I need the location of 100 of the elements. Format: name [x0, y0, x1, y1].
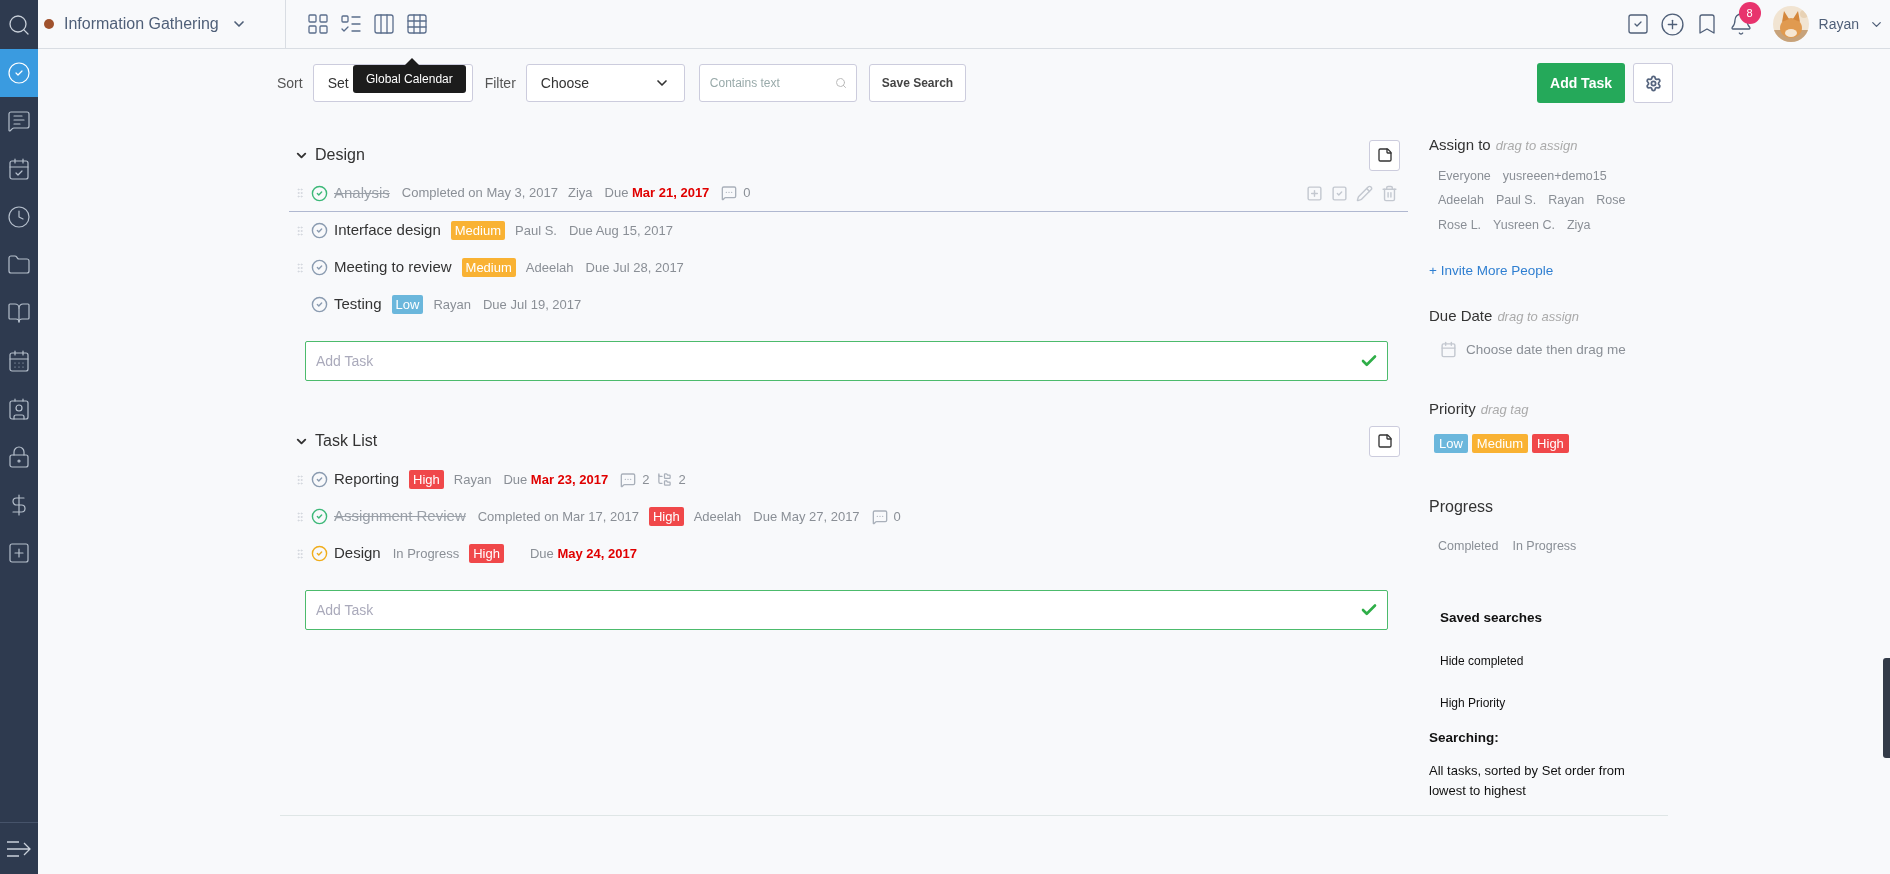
- check-circle-icon[interactable]: [311, 508, 328, 525]
- drag-handle-icon[interactable]: [294, 224, 306, 237]
- project-selector[interactable]: Information Gathering: [38, 0, 286, 48]
- check-circle-icon[interactable]: [311, 471, 328, 488]
- assignee-chip[interactable]: Paul S.: [1495, 191, 1537, 210]
- lock-icon: [7, 445, 31, 469]
- search-field[interactable]: Contains text: [698, 64, 857, 102]
- settings-button[interactable]: [1633, 63, 1673, 103]
- task-name[interactable]: Design: [334, 542, 381, 565]
- drag-handle-icon[interactable]: [294, 547, 306, 560]
- progress-chip[interactable]: In Progress: [1512, 537, 1577, 556]
- section-title: Task List: [315, 431, 378, 451]
- add-task-field[interactable]: Add Task: [305, 341, 1388, 381]
- assignee-chip[interactable]: Rose L.: [1438, 216, 1482, 235]
- add-task-field[interactable]: Add Task: [305, 590, 1388, 630]
- subtask-icon[interactable]: [657, 472, 673, 487]
- task-assignee: Adeelah: [693, 507, 742, 526]
- panel-heading: Progress: [1429, 497, 1495, 518]
- search-icon[interactable]: [7, 12, 31, 37]
- task-assignee: Rayan: [433, 295, 471, 314]
- assignee-chip[interactable]: yusreeen+demo15: [1502, 166, 1607, 186]
- task-due-date: Due Mar 23, 2017: [503, 470, 609, 489]
- task-name[interactable]: Reporting: [334, 468, 400, 491]
- priority-tag[interactable]: Low: [1434, 434, 1468, 454]
- task-status: In Progress: [392, 544, 460, 563]
- searching-heading: Searching:: [1429, 729, 1500, 748]
- saved-search-link[interactable]: High Priority: [1429, 694, 1679, 713]
- priority-tag: Medium: [461, 258, 516, 277]
- user-name[interactable]: Rayan: [1818, 13, 1859, 35]
- notes-button[interactable]: [1369, 425, 1400, 457]
- invite-link[interactable]: + Invite More People: [1429, 260, 1679, 281]
- priority-tag: High: [409, 470, 444, 489]
- check-circle-icon[interactable]: [311, 545, 328, 562]
- drag-handle-icon[interactable]: [294, 473, 306, 486]
- assignee-chip[interactable]: Adeelah: [1438, 191, 1484, 210]
- calendar-view-icon[interactable]: [404, 12, 429, 36]
- add-circle-icon[interactable]: [1659, 11, 1685, 37]
- assignee-chip[interactable]: Ziya: [1566, 216, 1591, 235]
- assignee-chip[interactable]: Rose: [1596, 191, 1626, 210]
- task-name[interactable]: Interface design: [334, 219, 441, 242]
- saved-search-link[interactable]: Hide completed: [1429, 652, 1679, 671]
- calendar-icon[interactable]: [1440, 341, 1457, 359]
- add-subtask-icon[interactable]: [1306, 184, 1323, 202]
- calendar-check-icon: [7, 157, 31, 181]
- task-due-date: Due Aug 15, 2017: [568, 221, 674, 240]
- task-due-date: Due Mar 21, 2017: [604, 184, 710, 203]
- priority-tag[interactable]: High: [1532, 434, 1569, 454]
- notification-badge: 8: [1738, 2, 1761, 24]
- subtask-count: 2: [678, 470, 686, 489]
- panel-heading: Due Date: [1429, 306, 1493, 326]
- comment-icon[interactable]: [721, 185, 738, 201]
- add-task-button[interactable]: Add Task: [1537, 63, 1625, 103]
- contact-card-icon: [7, 397, 31, 421]
- date-picker-label[interactable]: Choose date then drag me: [1466, 339, 1626, 360]
- priority-tag: High: [469, 544, 504, 563]
- checkbox-icon[interactable]: [1331, 184, 1348, 202]
- checklist-icon[interactable]: [1625, 12, 1650, 36]
- task-name[interactable]: Testing: [334, 293, 382, 316]
- section-title: Design: [315, 145, 365, 165]
- search-description: All tasks, sorted by Set order from lowest to highest: [1429, 761, 1626, 800]
- comment-count: 0: [743, 184, 751, 203]
- comment-icon[interactable]: [620, 471, 637, 488]
- panel-heading: Assign to: [1429, 135, 1491, 155]
- sort-label: Sort: [277, 73, 303, 93]
- task-assignee: Ziya: [567, 184, 593, 203]
- comment-icon[interactable]: [871, 508, 888, 525]
- panel-hint: drag to assign: [1497, 308, 1580, 326]
- comment-count: 2: [642, 470, 650, 489]
- note-icon: [1376, 147, 1393, 163]
- drag-handle-icon[interactable]: [294, 261, 306, 274]
- expand-arrow-icon[interactable]: [6, 838, 32, 859]
- sidebar-item[interactable]: [0, 49, 38, 97]
- columns-view-icon[interactable]: [371, 12, 396, 36]
- drag-handle-icon[interactable]: [294, 510, 306, 523]
- check-circle-icon[interactable]: [311, 222, 328, 239]
- add-square-icon: [7, 541, 31, 565]
- assignee-chip[interactable]: Everyone: [1438, 166, 1491, 186]
- task-name[interactable]: Meeting to review: [334, 256, 452, 279]
- chat-icon: [7, 109, 31, 133]
- filter-select[interactable]: Choose: [525, 64, 685, 102]
- board-view-icon[interactable]: [305, 12, 330, 36]
- project-name: Information Gathering: [64, 14, 219, 34]
- progress-chip[interactable]: Completed: [1438, 537, 1499, 556]
- save-search-button[interactable]: Save Search: [868, 64, 967, 102]
- priority-tag: High: [648, 507, 684, 526]
- task-name[interactable]: Assignment Review: [334, 505, 466, 528]
- notes-button[interactable]: [1369, 139, 1400, 171]
- panel-hint: drag tag: [1480, 400, 1529, 419]
- check-circle-icon[interactable]: [311, 296, 328, 313]
- task-due-date: Due Jul 19, 2017: [482, 295, 582, 314]
- check-circle-icon[interactable]: [311, 259, 328, 276]
- edit-icon[interactable]: [1356, 184, 1373, 202]
- assignee-chip[interactable]: Yusreen C.: [1493, 216, 1555, 235]
- delete-icon[interactable]: [1381, 184, 1398, 202]
- panel-heading: Priority: [1429, 398, 1476, 419]
- task-name[interactable]: Analysis: [334, 181, 390, 205]
- check-circle-icon[interactable]: [311, 184, 328, 202]
- priority-tag[interactable]: Medium: [1471, 434, 1529, 454]
- drag-handle-icon[interactable]: [294, 187, 306, 199]
- assignee-chip[interactable]: Rayan: [1548, 191, 1585, 210]
